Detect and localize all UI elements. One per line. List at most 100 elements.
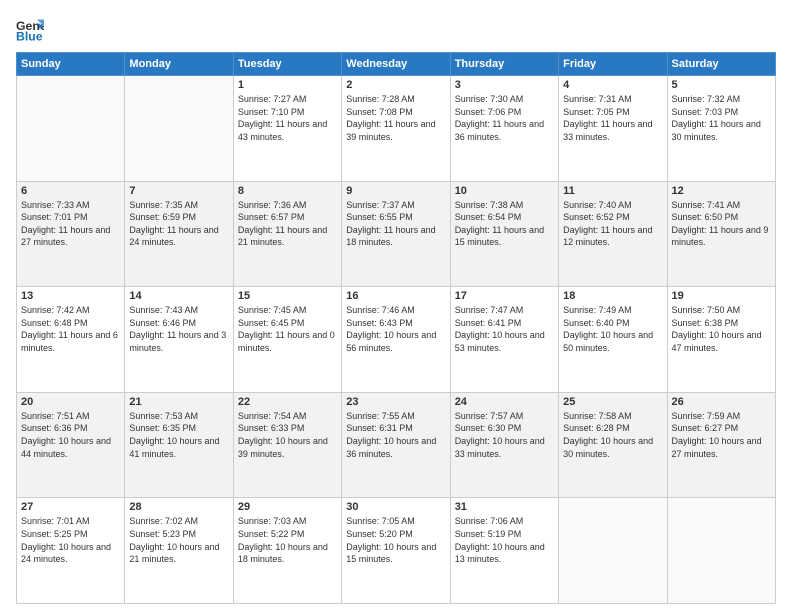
calendar-cell: 31 Sunrise: 7:06 AM Sunset: 5:19 PM Dayli… [450, 498, 558, 604]
cell-details: Sunrise: 7:31 AM Sunset: 7:05 PM Dayligh… [563, 93, 662, 143]
calendar-cell: 14 Sunrise: 7:43 AM Sunset: 6:46 PM Dayli… [125, 287, 233, 393]
calendar-cell: 21 Sunrise: 7:53 AM Sunset: 6:35 PM Dayli… [125, 392, 233, 498]
calendar-week-row: 20 Sunrise: 7:51 AM Sunset: 6:36 PM Dayli… [17, 392, 776, 498]
day-number: 20 [21, 396, 120, 408]
calendar-cell: 27 Sunrise: 7:01 AM Sunset: 5:25 PM Dayli… [17, 498, 125, 604]
day-number: 28 [129, 501, 228, 513]
day-number: 11 [563, 185, 662, 197]
day-number: 24 [455, 396, 554, 408]
cell-details: Sunrise: 7:50 AM Sunset: 6:38 PM Dayligh… [672, 304, 771, 354]
calendar-cell: 13 Sunrise: 7:42 AM Sunset: 6:48 PM Dayli… [17, 287, 125, 393]
weekday-header: Wednesday [342, 53, 450, 76]
calendar-cell: 18 Sunrise: 7:49 AM Sunset: 6:40 PM Dayli… [559, 287, 667, 393]
cell-details: Sunrise: 7:41 AM Sunset: 6:50 PM Dayligh… [672, 199, 771, 249]
calendar-cell: 28 Sunrise: 7:02 AM Sunset: 5:23 PM Dayli… [125, 498, 233, 604]
cell-details: Sunrise: 7:05 AM Sunset: 5:20 PM Dayligh… [346, 515, 445, 565]
logo: General Blue [16, 16, 48, 44]
day-number: 29 [238, 501, 337, 513]
calendar-cell: 10Sunrise: 7:38 AM Sunset: 6:54 PM Dayli… [450, 181, 558, 287]
weekday-header: Thursday [450, 53, 558, 76]
day-number: 26 [672, 396, 771, 408]
day-number: 5 [672, 79, 771, 91]
calendar-header-row: SundayMondayTuesdayWednesdayThursdayFrid… [17, 53, 776, 76]
cell-details: Sunrise: 7:46 AM Sunset: 6:43 PM Dayligh… [346, 304, 445, 354]
cell-details: Sunrise: 7:45 AM Sunset: 6:45 PM Dayligh… [238, 304, 337, 354]
day-number: 10 [455, 185, 554, 197]
cell-details: Sunrise: 7:37 AM Sunset: 6:55 PM Dayligh… [346, 199, 445, 249]
weekday-header: Friday [559, 53, 667, 76]
day-number: 1 [238, 79, 337, 91]
calendar-cell: 23Sunrise: 7:55 AM Sunset: 6:31 PM Dayli… [342, 392, 450, 498]
cell-details: Sunrise: 7:30 AM Sunset: 7:06 PM Dayligh… [455, 93, 554, 143]
calendar-cell: 16Sunrise: 7:46 AM Sunset: 6:43 PM Dayli… [342, 287, 450, 393]
cell-details: Sunrise: 7:53 AM Sunset: 6:35 PM Dayligh… [129, 410, 228, 460]
calendar-cell [17, 76, 125, 182]
calendar-cell: 1Sunrise: 7:27 AM Sunset: 7:10 PM Daylig… [233, 76, 341, 182]
day-number: 14 [129, 290, 228, 302]
cell-details: Sunrise: 7:06 AM Sunset: 5:19 PM Dayligh… [455, 515, 554, 565]
cell-details: Sunrise: 7:51 AM Sunset: 6:36 PM Dayligh… [21, 410, 120, 460]
day-number: 6 [21, 185, 120, 197]
cell-details: Sunrise: 7:33 AM Sunset: 7:01 PM Dayligh… [21, 199, 120, 249]
calendar-cell: 29 Sunrise: 7:03 AM Sunset: 5:22 PM Dayli… [233, 498, 341, 604]
calendar-cell: 20 Sunrise: 7:51 AM Sunset: 6:36 PM Dayli… [17, 392, 125, 498]
weekday-header: Saturday [667, 53, 775, 76]
cell-details: Sunrise: 7:49 AM Sunset: 6:40 PM Dayligh… [563, 304, 662, 354]
calendar-cell: 24 Sunrise: 7:57 AM Sunset: 6:30 PM Dayli… [450, 392, 558, 498]
cell-details: Sunrise: 7:01 AM Sunset: 5:25 PM Dayligh… [21, 515, 120, 565]
calendar-cell: 4 Sunrise: 7:31 AM Sunset: 7:05 PM Daylig… [559, 76, 667, 182]
calendar-week-row: 6 Sunrise: 7:33 AM Sunset: 7:01 PM Daylig… [17, 181, 776, 287]
calendar-cell: 8 Sunrise: 7:36 AM Sunset: 6:57 PM Daylig… [233, 181, 341, 287]
cell-details: Sunrise: 7:58 AM Sunset: 6:28 PM Dayligh… [563, 410, 662, 460]
day-number: 17 [455, 290, 554, 302]
calendar-cell: 11Sunrise: 7:40 AM Sunset: 6:52 PM Dayli… [559, 181, 667, 287]
cell-details: Sunrise: 7:54 AM Sunset: 6:33 PM Dayligh… [238, 410, 337, 460]
header: General Blue [16, 16, 776, 44]
cell-details: Sunrise: 7:02 AM Sunset: 5:23 PM Dayligh… [129, 515, 228, 565]
cell-details: Sunrise: 7:47 AM Sunset: 6:41 PM Dayligh… [455, 304, 554, 354]
calendar-cell: 25 Sunrise: 7:58 AM Sunset: 6:28 PM Dayli… [559, 392, 667, 498]
calendar-cell: 6 Sunrise: 7:33 AM Sunset: 7:01 PM Daylig… [17, 181, 125, 287]
day-number: 21 [129, 396, 228, 408]
day-number: 8 [238, 185, 337, 197]
calendar-cell: 3Sunrise: 7:30 AM Sunset: 7:06 PM Daylig… [450, 76, 558, 182]
cell-details: Sunrise: 7:36 AM Sunset: 6:57 PM Dayligh… [238, 199, 337, 249]
cell-details: Sunrise: 7:57 AM Sunset: 6:30 PM Dayligh… [455, 410, 554, 460]
calendar: SundayMondayTuesdayWednesdayThursdayFrid… [16, 52, 776, 604]
calendar-week-row: 27 Sunrise: 7:01 AM Sunset: 5:25 PM Dayli… [17, 498, 776, 604]
weekday-header: Monday [125, 53, 233, 76]
weekday-header: Sunday [17, 53, 125, 76]
day-number: 4 [563, 79, 662, 91]
logo-icon: General Blue [16, 16, 44, 44]
cell-details: Sunrise: 7:35 AM Sunset: 6:59 PM Dayligh… [129, 199, 228, 249]
calendar-cell [559, 498, 667, 604]
calendar-cell: 26 Sunrise: 7:59 AM Sunset: 6:27 PM Dayli… [667, 392, 775, 498]
calendar-cell: 17 Sunrise: 7:47 AM Sunset: 6:41 PM Dayli… [450, 287, 558, 393]
day-number: 19 [672, 290, 771, 302]
calendar-cell: 15 Sunrise: 7:45 AM Sunset: 6:45 PM Dayli… [233, 287, 341, 393]
cell-details: Sunrise: 7:59 AM Sunset: 6:27 PM Dayligh… [672, 410, 771, 460]
cell-details: Sunrise: 7:55 AM Sunset: 6:31 PM Dayligh… [346, 410, 445, 460]
cell-details: Sunrise: 7:42 AM Sunset: 6:48 PM Dayligh… [21, 304, 120, 354]
calendar-cell: 22 Sunrise: 7:54 AM Sunset: 6:33 PM Dayli… [233, 392, 341, 498]
cell-details: Sunrise: 7:03 AM Sunset: 5:22 PM Dayligh… [238, 515, 337, 565]
day-number: 15 [238, 290, 337, 302]
calendar-cell [125, 76, 233, 182]
day-number: 25 [563, 396, 662, 408]
day-number: 7 [129, 185, 228, 197]
cell-details: Sunrise: 7:28 AM Sunset: 7:08 PM Dayligh… [346, 93, 445, 143]
cell-details: Sunrise: 7:32 AM Sunset: 7:03 PM Dayligh… [672, 93, 771, 143]
day-number: 18 [563, 290, 662, 302]
weekday-header: Tuesday [233, 53, 341, 76]
day-number: 31 [455, 501, 554, 513]
day-number: 12 [672, 185, 771, 197]
day-number: 2 [346, 79, 445, 91]
calendar-week-row: 1Sunrise: 7:27 AM Sunset: 7:10 PM Daylig… [17, 76, 776, 182]
svg-text:Blue: Blue [16, 30, 43, 44]
cell-details: Sunrise: 7:43 AM Sunset: 6:46 PM Dayligh… [129, 304, 228, 354]
calendar-cell: 12 Sunrise: 7:41 AM Sunset: 6:50 PM Dayli… [667, 181, 775, 287]
day-number: 22 [238, 396, 337, 408]
calendar-cell: 2 Sunrise: 7:28 AM Sunset: 7:08 PM Daylig… [342, 76, 450, 182]
day-number: 27 [21, 501, 120, 513]
day-number: 13 [21, 290, 120, 302]
